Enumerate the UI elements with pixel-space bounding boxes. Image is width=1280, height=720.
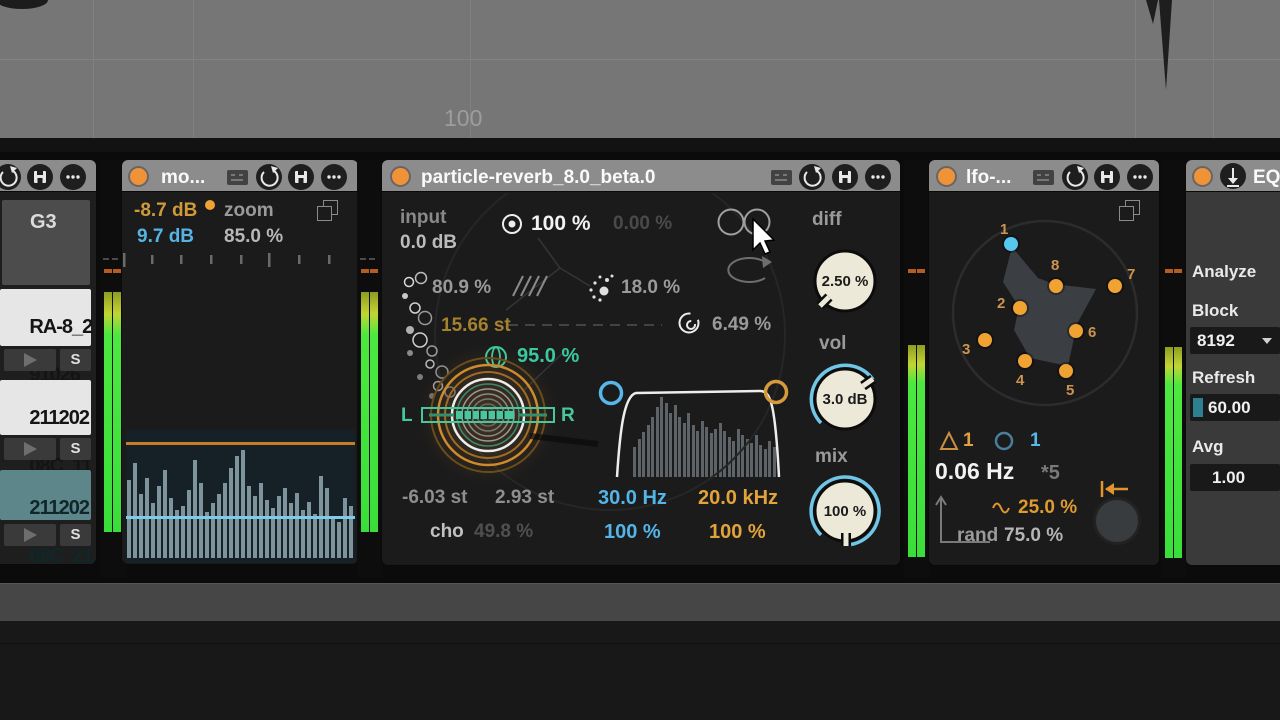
live-device-view: 100 G3 RA-8_2 91026 S 211202 08C 11 S 21… (0, 0, 1280, 720)
mouse-cursor (753, 219, 774, 254)
